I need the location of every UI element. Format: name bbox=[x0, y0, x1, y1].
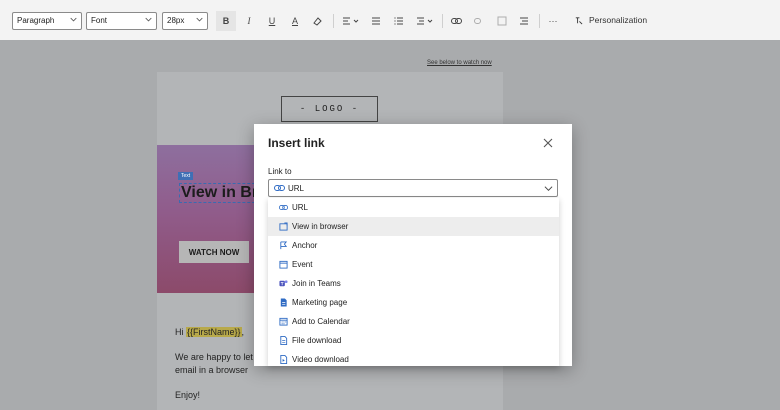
italic-button[interactable]: I bbox=[239, 11, 259, 31]
link-to-label: Link to bbox=[268, 167, 292, 176]
numbered-list-button[interactable] bbox=[389, 11, 409, 31]
dialog-title: Insert link bbox=[268, 136, 325, 150]
browser-icon bbox=[279, 222, 288, 231]
option-anchor[interactable]: Anchor bbox=[268, 236, 559, 255]
list-icon bbox=[372, 17, 380, 25]
personalization-button[interactable]: Personalization bbox=[589, 15, 647, 25]
indent-icon bbox=[417, 17, 433, 25]
chevron-down-icon bbox=[70, 17, 77, 22]
link-icon bbox=[450, 18, 462, 24]
numbered-list-icon bbox=[394, 17, 403, 25]
option-label: URL bbox=[292, 203, 309, 212]
align-left-icon bbox=[343, 17, 359, 25]
clear-format-button[interactable] bbox=[307, 11, 327, 31]
greeting-line: Hi {{FirstName}}, bbox=[175, 326, 244, 339]
option-add-to-calendar[interactable]: Add to Calendar bbox=[268, 312, 559, 331]
chevron-down-icon bbox=[544, 186, 553, 192]
table-button[interactable] bbox=[492, 11, 512, 31]
link-to-value: URL bbox=[288, 184, 305, 193]
option-label: File download bbox=[292, 336, 342, 345]
align-button[interactable] bbox=[338, 11, 364, 31]
option-label: Marketing page bbox=[292, 298, 348, 307]
close-icon[interactable] bbox=[542, 137, 554, 149]
bold-button[interactable]: B bbox=[216, 11, 236, 31]
page-icon bbox=[280, 298, 287, 307]
table-icon bbox=[497, 16, 507, 26]
teams-icon bbox=[279, 280, 288, 287]
body-line-2: email in a browser bbox=[175, 365, 249, 375]
flag-icon bbox=[280, 241, 288, 250]
eraser-icon bbox=[313, 17, 322, 26]
insert-link-button[interactable] bbox=[446, 11, 466, 31]
font-select[interactable]: Font bbox=[86, 12, 157, 30]
greeting-prefix: Hi bbox=[175, 327, 184, 337]
font-size-value: 28px bbox=[167, 16, 185, 25]
option-file-download[interactable]: File download bbox=[268, 331, 559, 350]
option-label: Video download bbox=[292, 355, 349, 364]
body-line-1: We are happy to let bbox=[175, 352, 253, 362]
option-label: Join in Teams bbox=[292, 279, 341, 288]
source-button[interactable] bbox=[514, 11, 534, 31]
more-options-button[interactable]: ··· bbox=[543, 11, 563, 31]
option-event[interactable]: Event bbox=[268, 255, 559, 274]
option-marketing-page[interactable]: Marketing page bbox=[268, 293, 559, 312]
paragraph-style-value: Paragraph bbox=[17, 16, 55, 25]
personalization-token: {{FirstName}} bbox=[186, 327, 242, 337]
toolbar-divider bbox=[333, 14, 334, 28]
option-label: Add to Calendar bbox=[292, 317, 350, 326]
option-label: Event bbox=[292, 260, 313, 269]
calendar-add-icon bbox=[279, 317, 288, 326]
closing-line: Enjoy! bbox=[175, 390, 201, 400]
link-icon bbox=[279, 205, 288, 210]
editor-toolbar: Paragraph Font 28px B I U A ··· Personal… bbox=[0, 0, 780, 40]
link-icon bbox=[274, 185, 285, 191]
font-value: Font bbox=[91, 16, 108, 25]
chevron-down-icon bbox=[196, 17, 203, 22]
link-to-dropdown: URL View in browser Anchor Event Join in… bbox=[268, 198, 559, 366]
file-icon bbox=[280, 336, 288, 345]
text-block-tag: Text bbox=[178, 172, 194, 180]
font-size-select[interactable]: 28px bbox=[162, 12, 208, 30]
code-icon bbox=[520, 17, 528, 25]
unlink-icon bbox=[473, 18, 481, 24]
watch-now-button: WATCH NOW bbox=[179, 241, 249, 263]
logo: - LOGO - bbox=[281, 96, 378, 122]
video-file-icon bbox=[280, 355, 288, 364]
chevron-down-icon bbox=[145, 17, 152, 22]
link-to-select[interactable]: URL bbox=[268, 179, 558, 197]
option-view-in-browser[interactable]: View in browser bbox=[268, 217, 559, 236]
font-color-button[interactable]: A bbox=[285, 11, 305, 31]
option-label: Anchor bbox=[292, 241, 318, 250]
more-format-button[interactable] bbox=[412, 11, 438, 31]
toolbar-divider bbox=[442, 14, 443, 28]
underline-button[interactable]: U bbox=[262, 11, 282, 31]
option-join-in-teams[interactable]: Join in Teams bbox=[268, 274, 559, 293]
option-url[interactable]: URL bbox=[268, 198, 559, 217]
banner-title: View in Br bbox=[179, 183, 261, 203]
personalization-icon bbox=[575, 17, 583, 25]
watch-link: See below to watch now bbox=[427, 60, 492, 66]
unlink-button[interactable] bbox=[469, 11, 489, 31]
toolbar-divider bbox=[539, 14, 540, 28]
greeting-suffix: , bbox=[241, 327, 245, 337]
bullet-list-button[interactable] bbox=[366, 11, 386, 31]
option-video-download[interactable]: Video download bbox=[268, 350, 559, 369]
option-label: View in browser bbox=[292, 222, 349, 231]
calendar-icon bbox=[279, 260, 288, 269]
paragraph-style-select[interactable]: Paragraph bbox=[12, 12, 82, 30]
